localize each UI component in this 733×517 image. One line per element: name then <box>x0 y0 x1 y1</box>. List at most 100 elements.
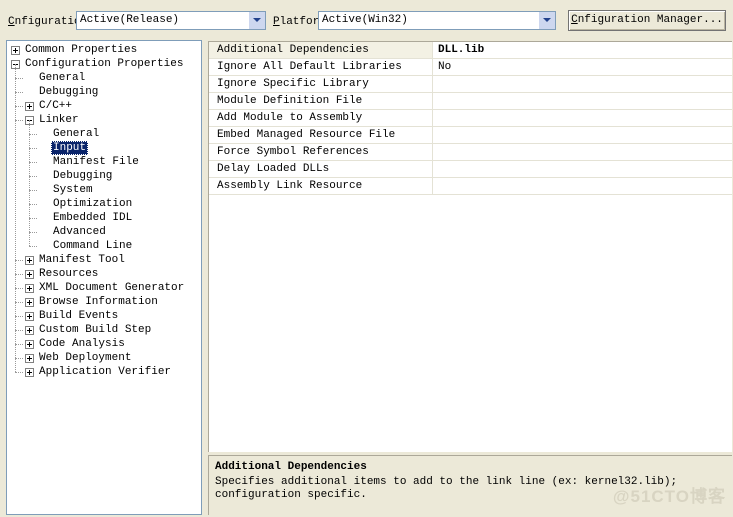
expand-icon[interactable] <box>25 270 34 279</box>
tree-guide-line <box>15 120 23 121</box>
tree-item-label: General <box>39 72 86 84</box>
expand-icon[interactable] <box>25 256 34 265</box>
tree-item-label: Linker <box>39 114 79 126</box>
tree-item-label: XML Document Generator <box>39 282 185 294</box>
property-grid[interactable]: Additional Dependencies DLL.lib Ignore All… <box>208 41 732 452</box>
expand-icon[interactable] <box>11 46 20 55</box>
expand-icon[interactable] <box>25 354 34 363</box>
property-row[interactable]: Ignore Specific Library <box>209 76 732 93</box>
tree-guide-line <box>15 372 23 373</box>
expand-icon[interactable] <box>25 284 34 293</box>
tree-guide-line <box>15 330 23 331</box>
tree-item-label: Debugging <box>39 86 99 98</box>
tree-guide-line <box>29 204 37 205</box>
tree-item-browse-information[interactable]: Browse Information <box>7 295 201 309</box>
tree-item-label: General <box>53 128 100 140</box>
expand-icon[interactable] <box>25 102 34 111</box>
property-row[interactable]: Delay Loaded DLLs <box>209 161 732 178</box>
tree-guide-line <box>29 246 37 247</box>
tree-item-web-deployment[interactable]: Web Deployment <box>7 351 201 365</box>
tree-item-label: Command Line <box>53 240 133 252</box>
description-body: Specifies additional items to add to the… <box>215 476 678 501</box>
tree-item-label: Resources <box>39 268 99 280</box>
tree-guide-line <box>29 120 30 246</box>
property-value[interactable]: No <box>433 59 732 75</box>
property-name: Add Module to Assembly <box>209 110 433 126</box>
property-value[interactable] <box>433 161 732 177</box>
property-value[interactable] <box>433 127 732 143</box>
property-row[interactable]: Additional Dependencies DLL.lib <box>209 42 732 59</box>
property-name: Additional Dependencies <box>209 42 433 58</box>
properties-tree: Common Properties Configuration Propertie… <box>7 41 201 379</box>
property-value[interactable] <box>433 76 732 92</box>
tree-guide-line <box>29 190 37 191</box>
property-name: Ignore All Default Libraries <box>209 59 433 75</box>
property-row[interactable]: Assembly Link Resource <box>209 178 732 195</box>
properties-tree-panel[interactable]: Common Properties Configuration Propertie… <box>6 40 202 515</box>
tree-item-label: Browse Information <box>39 296 158 308</box>
tree-guide-line <box>15 302 23 303</box>
tree-item-application-verifier[interactable]: Application Verifier <box>7 365 201 379</box>
property-description-panel: Additional Dependencies Specifies additi… <box>208 455 732 515</box>
tree-item-label: Manifest File <box>53 156 139 168</box>
tree-guide-line <box>15 106 23 107</box>
tree-guide-line <box>15 316 23 317</box>
expand-icon[interactable] <box>25 298 34 307</box>
tree-guide-line <box>15 358 23 359</box>
property-row[interactable]: Module Definition File <box>209 93 732 110</box>
property-name: Embed Managed Resource File <box>209 127 433 143</box>
expand-icon[interactable] <box>25 312 34 321</box>
tree-guide-line <box>15 78 23 79</box>
tree-guide-line <box>15 288 23 289</box>
configuration-manager-accel: C <box>571 14 578 26</box>
tree-item-label: Common Properties <box>25 44 138 56</box>
tree-item-linker[interactable]: Linker <box>7 113 201 127</box>
tree-item-common-properties[interactable]: Common Properties <box>7 43 201 57</box>
tree-item-label: Build Events <box>39 310 119 322</box>
tree-item-c-c[interactable]: C/C++ <box>7 99 201 113</box>
tree-guide-line <box>29 134 37 135</box>
configuration-select[interactable]: Active(Release) <box>76 11 266 30</box>
chevron-down-icon[interactable] <box>538 12 555 29</box>
expand-icon[interactable] <box>25 326 34 335</box>
property-value[interactable] <box>433 93 732 109</box>
tree-item-debugging[interactable]: Debugging <box>7 85 201 99</box>
top-toolbar: Cnfiguration: Active(Release) Platform: … <box>0 0 733 40</box>
tree-item-label: Manifest Tool <box>39 254 125 266</box>
property-row[interactable]: Add Module to Assembly <box>209 110 732 127</box>
configuration-manager-button[interactable]: Cnfiguration Manager... <box>568 10 726 31</box>
tree-item-label: Optimization <box>53 198 133 210</box>
chevron-down-icon[interactable] <box>248 12 265 29</box>
property-row[interactable]: Force Symbol References <box>209 144 732 161</box>
tree-guide-line <box>15 274 23 275</box>
property-name: Delay Loaded DLLs <box>209 161 433 177</box>
tree-item-label: Advanced <box>53 226 106 238</box>
property-value[interactable] <box>433 144 732 160</box>
property-value[interactable] <box>433 178 732 194</box>
tree-item-build-events[interactable]: Build Events <box>7 309 201 323</box>
tree-item-xml-document-generator[interactable]: XML Document Generator <box>7 281 201 295</box>
tree-guide-line <box>15 92 23 93</box>
tree-item-custom-build-step[interactable]: Custom Build Step <box>7 323 201 337</box>
platform-label-accel: P <box>273 16 280 28</box>
tree-item-label: Web Deployment <box>39 352 132 364</box>
tree-item-code-analysis[interactable]: Code Analysis <box>7 337 201 351</box>
tree-item-configuration-properties[interactable]: Configuration Properties <box>7 57 201 71</box>
property-name: Force Symbol References <box>209 144 433 160</box>
tree-item-label: Code Analysis <box>39 338 125 350</box>
property-value[interactable]: DLL.lib <box>433 42 732 58</box>
tree-item-resources[interactable]: Resources <box>7 267 201 281</box>
tree-guide-line <box>29 218 37 219</box>
property-value[interactable] <box>433 110 732 126</box>
tree-item-manifest-tool[interactable]: Manifest Tool <box>7 253 201 267</box>
tree-guide-line <box>15 260 23 261</box>
tree-item-general[interactable]: General <box>7 71 201 85</box>
configuration-manager-label: nfiguration Manager... <box>577 14 723 26</box>
expand-icon[interactable] <box>25 368 34 377</box>
platform-select[interactable]: Active(Win32) <box>318 11 556 30</box>
property-row[interactable]: Embed Managed Resource File <box>209 127 732 144</box>
property-row[interactable]: Ignore All Default Libraries No <box>209 59 732 76</box>
tree-item-label: Custom Build Step <box>39 324 152 336</box>
expand-icon[interactable] <box>25 340 34 349</box>
platform-value: Active(Win32) <box>322 14 408 26</box>
